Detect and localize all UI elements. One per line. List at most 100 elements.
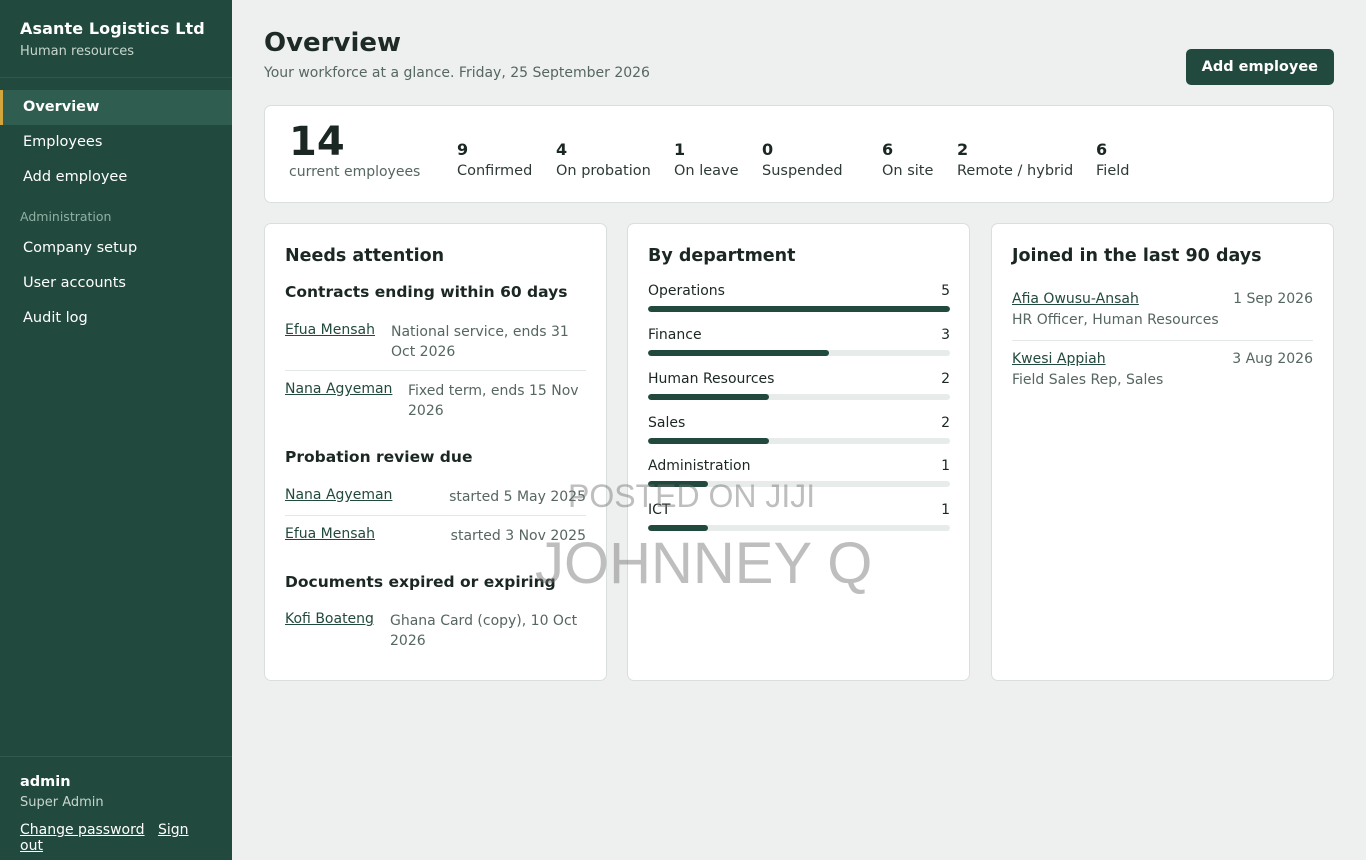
job-role: Field Sales Rep, Sales (1012, 372, 1164, 388)
stat-total-label: current employees (289, 164, 421, 180)
sidebar: Asante Logistics Ltd Human resources Ove… (0, 0, 232, 860)
nav-item-add-employee[interactable]: Add employee (0, 160, 232, 195)
department-bar-fill (648, 306, 950, 312)
stat-on-probation: 4 On probation (556, 140, 651, 179)
employee-link[interactable]: Efua Mensah (285, 526, 375, 542)
stat-remote-hybrid: 2 Remote / hybrid (957, 140, 1073, 179)
user-links: Change password Sign out (20, 822, 212, 854)
department-bar-fill (648, 394, 769, 400)
nav-item-user-accounts[interactable]: User accounts (0, 266, 232, 301)
stat-label: Suspended (762, 163, 843, 179)
item-detail: started 3 Nov 2025 (450, 528, 586, 544)
divider (285, 515, 586, 516)
employee-link[interactable]: Kofi Boateng (285, 611, 374, 627)
brand: Asante Logistics Ltd Human resources (0, 0, 232, 78)
detail-line: 2026 (390, 633, 426, 649)
detail-line: Oct 2026 (391, 344, 456, 360)
card-title: By department (648, 246, 796, 266)
item-detail: Ghana Card (copy), 10 Oct 2026 (390, 611, 577, 651)
user-role: Super Admin (20, 795, 104, 810)
nav-item-company-setup[interactable]: Company setup (0, 231, 232, 266)
card-title: Needs attention (285, 246, 445, 266)
department-bar-track (648, 525, 950, 531)
department-name: Administration (648, 458, 751, 474)
employee-link[interactable]: Efua Mensah (285, 322, 375, 338)
stat-label: Confirmed (457, 163, 533, 179)
department-bar-fill (648, 525, 709, 531)
by-department-card: By department Operations 5 Finance 3 Human R… (627, 223, 970, 681)
stat-on-leave: 1 On leave (674, 140, 739, 179)
probation-review-heading: Probation review due (285, 448, 473, 466)
stat-total: 14 current employees (289, 120, 420, 180)
detail-line: National service, ends 31 (391, 324, 569, 340)
department-name: Operations (648, 283, 725, 299)
stat-label: Remote / hybrid (957, 163, 1074, 179)
department-bar-track (648, 350, 950, 356)
add-employee-button[interactable]: Add employee (1185, 49, 1334, 85)
stat-confirmed: 9 Confirmed (457, 140, 532, 179)
employee-link[interactable]: Nana Agyeman (285, 381, 392, 397)
detail-line: Fixed term, ends 15 Nov (408, 383, 579, 399)
stat-field: 6 Field (1096, 140, 1129, 179)
detail-line: Ghana Card (copy), 10 Oct (390, 613, 578, 629)
nav-item-audit-log[interactable]: Audit log (0, 301, 232, 336)
nav-section-administration: Administration (20, 209, 112, 224)
join-date: 1 Sep 2026 (1233, 291, 1313, 307)
contracts-ending-heading: Contracts ending within 60 days (285, 283, 568, 301)
stat-total-value: 14 (289, 119, 345, 165)
nav-item-overview[interactable]: Overview (0, 90, 232, 125)
stat-label: On leave (674, 163, 739, 179)
divider (285, 370, 586, 371)
card-title: Joined in the last 90 days (1012, 246, 1262, 266)
documents-expiring-heading: Documents expired or expiring (285, 573, 556, 591)
stat-label: On probation (556, 163, 651, 179)
user-name: admin (20, 774, 71, 790)
recent-joiners-card: Joined in the last 90 days Afia Owusu-An… (991, 223, 1334, 681)
stat-value: 4 (556, 140, 568, 159)
item-detail: National service, ends 31 Oct 2026 (391, 322, 569, 362)
user-panel: admin Super Admin Change password Sign o… (0, 756, 232, 860)
employee-link[interactable]: Afia Owusu-Ansah (1012, 291, 1139, 307)
department-bar-fill (648, 481, 709, 487)
stat-label: Field (1096, 163, 1130, 179)
stat-suspended: 0 Suspended (762, 140, 843, 179)
stats-strip: 14 current employees 9 Confirmed 4 On pr… (264, 105, 1334, 203)
department-name: ICT (648, 502, 671, 518)
item-detail: started 5 May 2025 (449, 489, 586, 505)
needs-attention-card: Needs attention Contracts ending within … (264, 223, 607, 681)
stat-on-site: 6 On site (882, 140, 933, 179)
department-bar-track (648, 306, 950, 312)
stat-label: On site (882, 163, 934, 179)
join-date: 3 Aug 2026 (1232, 351, 1313, 367)
department-name: Finance (648, 327, 702, 343)
department-bar-fill (648, 438, 769, 444)
main-nav: Overview Employees Add employee Administ… (0, 78, 232, 336)
stat-value: 9 (457, 140, 469, 159)
company-subtitle: Human resources (20, 44, 135, 59)
department-bar-fill (648, 350, 830, 356)
job-role: HR Officer, Human Resources (1012, 312, 1219, 328)
company-name: Asante Logistics Ltd (20, 19, 205, 38)
stat-value: 0 (762, 140, 774, 159)
department-count: 5 (941, 283, 950, 299)
department-count: 1 (941, 502, 950, 518)
department-name: Human Resources (648, 371, 775, 387)
page-title: Overview (264, 28, 402, 58)
item-detail: Fixed term, ends 15 Nov 2026 (408, 381, 579, 421)
divider (1012, 340, 1313, 341)
department-name: Sales (648, 415, 686, 431)
change-password-link[interactable]: Change password (20, 822, 145, 838)
nav-item-employees[interactable]: Employees (0, 125, 232, 160)
employee-link[interactable]: Kwesi Appiah (1012, 351, 1106, 367)
stat-value: 6 (1096, 140, 1108, 159)
stat-value: 6 (882, 140, 894, 159)
employee-link[interactable]: Nana Agyeman (285, 487, 392, 503)
department-count: 2 (941, 415, 950, 431)
page-subtitle: Your workforce at a glance. Friday, 25 S… (264, 65, 650, 81)
department-count: 2 (941, 371, 950, 387)
department-count: 1 (941, 458, 950, 474)
detail-line: 2026 (408, 403, 444, 419)
department-bar-track (648, 438, 950, 444)
stat-value: 1 (674, 140, 686, 159)
stat-value: 2 (957, 140, 969, 159)
